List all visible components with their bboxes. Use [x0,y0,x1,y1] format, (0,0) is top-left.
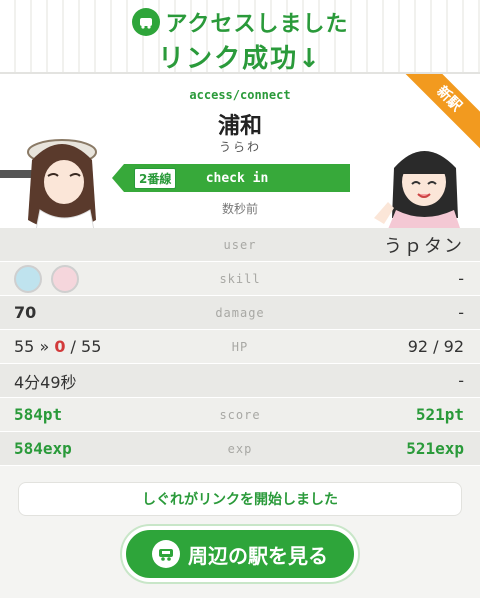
stats-row-exp: 584exp exp 521exp [0,432,480,466]
score-right-value: 521pt [415,405,464,424]
stats-row-score: 584pt score 521pt [0,398,480,432]
damage-right-value: - [458,303,464,322]
locomotive-icon [152,540,180,568]
damage-label: damage [215,305,265,320]
skill-value: - [458,269,464,288]
link-start-message: しぐれがリンクを開始しました [18,482,462,516]
access-label: access/connect [189,88,291,102]
station-card: access/connect 浦和 うらわ 2番線 check in 数秒前 新… [0,72,480,232]
stats-row-time: 4分49秒 - [0,364,480,398]
stats-table: user うｐタン skill - 70 damage - 55 » 0 / 5… [0,228,480,466]
train-logo-icon [131,8,160,36]
stats-row-damage: 70 damage - [0,296,480,330]
banner-subtitle: リンク成功↓ [158,44,322,74]
stats-row-skill: skill - [0,262,480,296]
nearby-stations-button[interactable]: 周辺の駅を見る [122,526,358,582]
score-label: score [219,407,261,422]
platform-badge: 2番線 [134,167,177,189]
success-banner: アクセスしました リンク成功↓ [0,0,480,74]
stats-row-hp: 55 » 0 / 55 HP 92 / 92 [0,330,480,364]
nearby-stations-label: 周辺の駅を見る [188,543,328,568]
link-time-right-value: - [458,371,464,390]
skill-label: skill [219,271,261,286]
link-time-value: 4分49秒 [14,372,77,392]
hp-right-value: 92 / 92 [407,337,464,356]
exp-right-value: 521exp [406,439,464,458]
user-name: うｐタン [384,235,464,257]
checkin-bar: 2番線 check in [112,164,350,192]
character-right-portrait [374,138,474,232]
stats-row-user: user うｐタン [0,228,480,262]
banner-title: アクセスしました [165,12,349,37]
